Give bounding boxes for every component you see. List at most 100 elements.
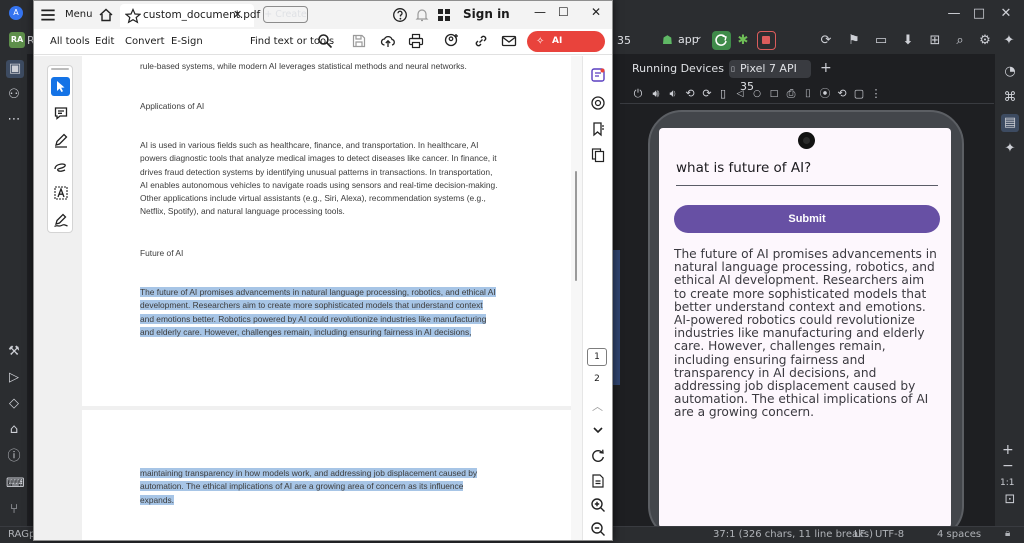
status-encoding[interactable]: UTF-8: [875, 529, 904, 540]
zoom-out-button[interactable]: −: [1002, 458, 1014, 474]
text-box-tool-icon[interactable]: [53, 185, 69, 201]
rotate-left-icon[interactable]: ⟲: [682, 86, 698, 102]
pages-icon[interactable]: [590, 147, 606, 163]
zoom-ratio-button[interactable]: 1:1: [1000, 478, 1014, 488]
gradle-icon[interactable]: ⌘: [1002, 90, 1018, 106]
assistant-icon[interactable]: ✦: [1001, 33, 1017, 49]
screenshot-icon[interactable]: ⎙: [783, 86, 799, 102]
close-icon[interactable]: ✕: [591, 5, 601, 19]
comment-tool-icon[interactable]: [53, 105, 69, 121]
create-button[interactable]: + Create: [263, 6, 308, 23]
zoom-in-button[interactable]: +: [1002, 442, 1014, 458]
close-tab-icon[interactable]: ✕: [233, 8, 242, 21]
save-icon[interactable]: [351, 33, 367, 49]
debug-icon[interactable]: ✱: [735, 33, 751, 49]
question-input[interactable]: what is future of AI?: [676, 158, 938, 186]
minimize-icon[interactable]: —: [534, 5, 546, 19]
overview-icon[interactable]: □: [766, 86, 782, 102]
sign-in-button[interactable]: Sign in: [463, 7, 510, 21]
page-number-next[interactable]: 2: [587, 374, 607, 384]
status-line-ending[interactable]: LF: [854, 529, 865, 540]
star-icon[interactable]: [125, 8, 141, 24]
run-icon[interactable]: ▷: [6, 370, 22, 386]
ai-panel-icon[interactable]: [590, 67, 606, 83]
camera-icon[interactable]: ⌷: [800, 86, 816, 102]
close-window-icon[interactable]: ✕: [998, 6, 1014, 22]
build-icon[interactable]: ⚒: [6, 344, 22, 360]
ai-assistant-button[interactable]: ✧ AI Assistent: [527, 31, 605, 67]
emulator-more-icon[interactable]: ⋮: [868, 86, 884, 102]
link-icon[interactable]: [473, 33, 489, 49]
page-view-icon[interactable]: [590, 473, 606, 489]
menu-button[interactable]: Menu: [65, 9, 92, 20]
freehand-tool-icon[interactable]: [53, 158, 69, 174]
apps-grid-icon[interactable]: [436, 7, 452, 23]
maximize-icon[interactable]: ☐: [558, 5, 569, 19]
page-number-current[interactable]: 1: [587, 348, 607, 366]
device-manager-icon[interactable]: ▭: [873, 33, 889, 49]
print-icon[interactable]: [408, 33, 424, 49]
project-avatar[interactable]: RA: [9, 32, 25, 48]
lock-icon[interactable]: 🔒︎: [1005, 528, 1010, 539]
hamburger-icon[interactable]: [40, 7, 55, 21]
sign-tool-icon[interactable]: [53, 212, 69, 228]
volume-up-icon[interactable]: 🔊︎: [648, 86, 664, 102]
future-paragraph-selected[interactable]: The future of AI promises advancements i…: [140, 286, 496, 339]
bell-icon[interactable]: [414, 7, 430, 23]
gear-icon[interactable]: ⚙: [977, 33, 993, 49]
menu-convert[interactable]: Convert: [125, 36, 165, 47]
share-user-icon[interactable]: [444, 33, 460, 49]
email-icon[interactable]: [501, 33, 517, 49]
snapshot-icon[interactable]: ⟲: [834, 86, 850, 102]
upload-cloud-icon[interactable]: [380, 33, 396, 49]
problems-icon[interactable]: ⓘ: [6, 449, 22, 465]
running-devices-icon[interactable]: ▤: [1001, 114, 1019, 132]
commit-icon[interactable]: ⚇: [6, 87, 22, 103]
menu-all-tools[interactable]: All tools: [50, 36, 90, 47]
fold-icon[interactable]: ▯: [715, 86, 731, 102]
help-icon[interactable]: [392, 7, 408, 23]
sync-icon[interactable]: ⟳: [818, 33, 834, 49]
rotate-right-icon[interactable]: ⟳: [699, 86, 715, 102]
logcat-icon[interactable]: ⌂: [6, 422, 22, 438]
zoom-in-icon[interactable]: [590, 497, 606, 513]
page2-paragraph-selected[interactable]: maintaining transparency in how models w…: [140, 467, 478, 507]
chevron-up-icon[interactable]: ︿: [592, 398, 603, 414]
comments-icon[interactable]: [590, 95, 606, 111]
vertical-scrollbar[interactable]: [571, 56, 582, 540]
apply-changes-button[interactable]: [712, 31, 731, 50]
power-icon[interactable]: ⏻: [630, 86, 646, 102]
status-indent[interactable]: 4 spaces: [937, 529, 981, 540]
profiler-icon[interactable]: ⚑: [846, 33, 862, 49]
status-cursor-info[interactable]: 37:1 (326 chars, 11 line breaks): [713, 529, 873, 540]
pen-tool-icon[interactable]: [53, 132, 69, 148]
gemini-icon[interactable]: ✦: [1002, 141, 1018, 157]
menu-edit[interactable]: Edit: [95, 36, 114, 47]
submit-button[interactable]: Submit: [674, 205, 940, 233]
stop-button[interactable]: [757, 31, 776, 50]
refresh-icon[interactable]: [590, 448, 606, 464]
record-icon[interactable]: ⦿: [817, 86, 833, 102]
back-icon[interactable]: ◁: [732, 86, 748, 102]
maximize-window-icon[interactable]: □: [971, 6, 987, 22]
structure-icon[interactable]: ⊞: [927, 33, 943, 49]
run-config-fragment[interactable]: 35: [617, 34, 631, 47]
volume-down-icon[interactable]: 🔉︎: [665, 86, 681, 102]
bookmark-icon[interactable]: [590, 121, 606, 137]
folder-icon[interactable]: ▣: [6, 60, 24, 78]
search-icon[interactable]: ⌕: [952, 33, 968, 49]
gem-icon[interactable]: ◇: [6, 396, 22, 412]
menu-esign[interactable]: E-Sign: [171, 36, 203, 47]
search-icon[interactable]: [317, 33, 333, 49]
minimize-window-icon[interactable]: —: [946, 6, 962, 22]
zoom-out-icon[interactable]: [590, 521, 606, 537]
select-tool-button[interactable]: [51, 77, 70, 96]
fit-screen-icon[interactable]: ⊡: [1002, 492, 1018, 508]
notifications-icon[interactable]: ◔: [1002, 64, 1018, 80]
sdk-manager-icon[interactable]: ⬇: [900, 33, 916, 49]
terminal-icon[interactable]: ⌨: [6, 476, 25, 492]
device-tab-pixel-7[interactable]: Pixel 7 API 35 ▯: [729, 60, 811, 93]
device-mirror-icon[interactable]: ▢: [851, 86, 867, 102]
chevron-down-icon[interactable]: [590, 422, 606, 438]
home-icon[interactable]: ○: [749, 86, 765, 102]
